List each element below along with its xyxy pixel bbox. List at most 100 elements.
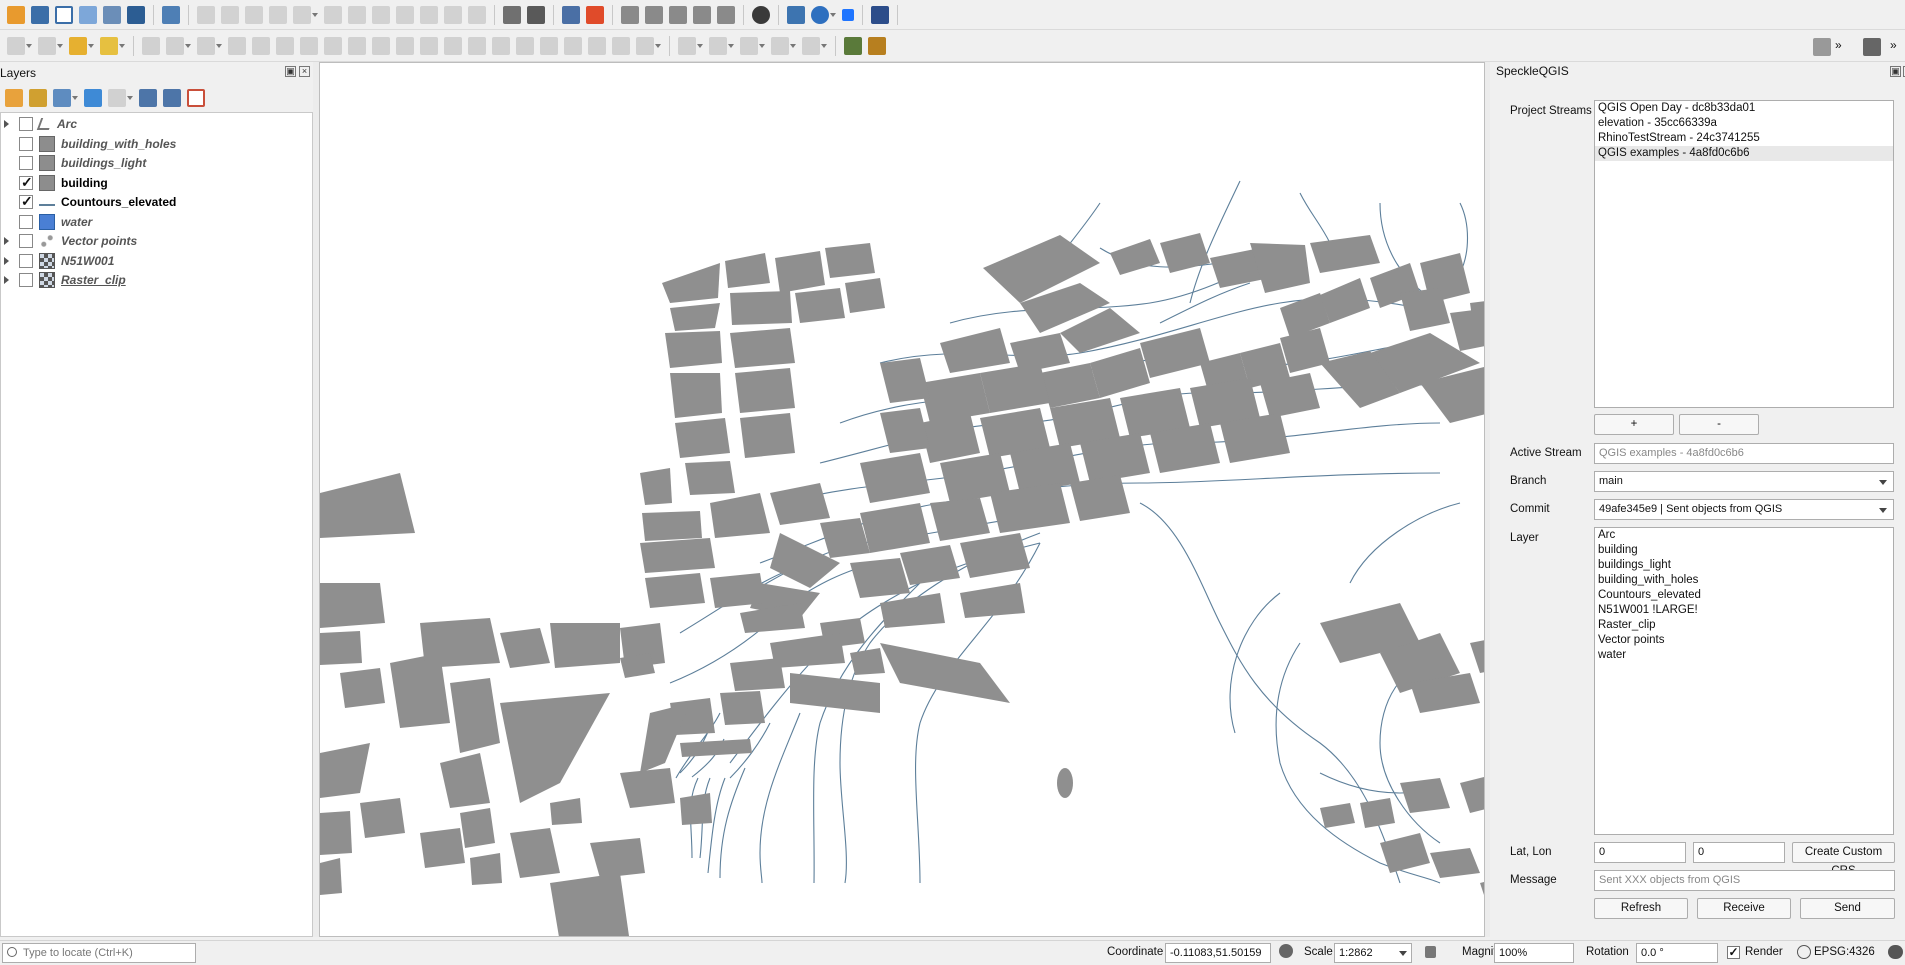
lon-input[interactable]: 0 (1693, 842, 1785, 863)
annotation-2-icon[interactable] (645, 5, 663, 24)
delete-selected-icon[interactable] (348, 5, 366, 24)
layer-visibility-checkbox[interactable] (19, 273, 33, 287)
layer-list-item[interactable]: building (1595, 543, 1893, 558)
layer-row[interactable]: Arc (1, 115, 311, 133)
export-map-icon[interactable] (127, 5, 145, 24)
commit-select[interactable]: 49afe345e9 | Sent objects from QGIS (1594, 499, 1894, 520)
layer-list-item[interactable]: buildings_light (1595, 558, 1893, 573)
digitize-line-icon[interactable] (55, 5, 73, 24)
map-canvas[interactable] (319, 62, 1485, 937)
coordinate-field[interactable]: -0.11083,51.50159 (1165, 943, 1271, 963)
layer-row[interactable]: building (1, 174, 311, 192)
expand-all-icon[interactable] (139, 89, 157, 107)
advanced-digitize-20-icon[interactable] (612, 36, 630, 55)
messages-icon[interactable] (1888, 945, 1903, 959)
georeferencer-icon[interactable] (868, 36, 886, 55)
layer-list-item[interactable]: Vector points (1595, 633, 1893, 648)
python-console-icon[interactable] (562, 5, 580, 24)
expand-arrow-icon[interactable] (4, 276, 9, 284)
locate-search-input[interactable]: Type to locate (Ctrl+K) (2, 943, 196, 963)
save-project-icon[interactable] (31, 5, 49, 24)
layer-row[interactable]: Vector points (1, 232, 311, 250)
filter-legend-icon[interactable] (84, 89, 102, 107)
shape-digitize-3-icon[interactable] (740, 36, 758, 55)
layer-row[interactable]: water (1, 213, 311, 231)
create-custom-crs-button[interactable]: Create Custom CRS (1792, 842, 1895, 877)
float-panel-icon[interactable]: ▣ (285, 66, 296, 77)
advanced-digitize-7-icon[interactable] (300, 36, 318, 55)
advanced-digitize-9-icon[interactable] (348, 36, 366, 55)
filter-expression-icon[interactable] (108, 89, 126, 107)
shape-digitize-5-icon[interactable] (802, 36, 820, 55)
add-stream-button[interactable]: + (1594, 414, 1674, 435)
send-button[interactable]: Send (1800, 898, 1895, 919)
identify-icon[interactable] (100, 36, 118, 55)
plugin-globe-icon[interactable] (752, 5, 770, 24)
copy-features-icon[interactable] (396, 5, 414, 24)
globe-crs-icon[interactable] (1797, 945, 1811, 959)
refresh-button[interactable]: Refresh (1594, 898, 1688, 919)
edit-pencil-icon[interactable] (197, 5, 215, 24)
annotation-5-icon[interactable] (717, 5, 735, 24)
layer-list-item[interactable]: water (1595, 648, 1893, 663)
lat-input[interactable]: 0 (1594, 842, 1686, 863)
remove-layer-icon[interactable] (187, 89, 205, 107)
layer-list-item[interactable]: N51W001 !LARGE! (1595, 603, 1893, 618)
advanced-digitize-6-icon[interactable] (276, 36, 294, 55)
advanced-digitize-15-icon[interactable] (492, 36, 510, 55)
modify-attributes-icon[interactable] (324, 5, 342, 24)
advanced-digitize-14-icon[interactable] (468, 36, 486, 55)
branch-select[interactable]: main (1594, 471, 1894, 492)
layer-row[interactable]: Raster_clip (1, 271, 311, 289)
advanced-digitize-16-icon[interactable] (516, 36, 534, 55)
collapse-all-icon[interactable] (163, 89, 181, 107)
layer-list-item[interactable]: Arc (1595, 528, 1893, 543)
advanced-digitize-13-icon[interactable] (444, 36, 462, 55)
layer-visibility-checkbox[interactable] (19, 253, 33, 268)
label-tool-icon[interactable] (503, 5, 521, 24)
advanced-digitize-11-icon[interactable] (396, 36, 414, 55)
shape-digitize-4-icon[interactable] (771, 36, 789, 55)
rectangle-icon[interactable] (38, 36, 56, 55)
float-panel-icon[interactable]: ▣ (1890, 66, 1901, 77)
annotation-1-icon[interactable] (621, 5, 639, 24)
render-checkbox[interactable]: ✓ (1727, 946, 1740, 959)
stream-list-item[interactable]: QGIS Open Day - dc8b33da01 (1595, 101, 1893, 116)
layer-visibility-checkbox[interactable] (19, 234, 33, 248)
manage-themes-icon[interactable] (53, 89, 71, 107)
stream-list-item[interactable]: RhinoTestStream - 24c3741255 (1595, 131, 1893, 146)
validate-geometry-icon[interactable] (162, 5, 180, 24)
pin-labels-icon[interactable] (527, 5, 545, 24)
layer-visibility-checkbox[interactable] (19, 136, 33, 151)
layer-row[interactable]: N51W001 (1, 252, 311, 270)
advanced-digitize-1-icon[interactable] (142, 36, 160, 55)
layer-visibility-checkbox[interactable] (19, 117, 33, 131)
save-edits-icon[interactable] (245, 5, 263, 24)
panel-splitter[interactable] (313, 62, 319, 937)
shape-digitize-2-icon[interactable] (709, 36, 727, 55)
advanced-digitize-4-icon[interactable] (228, 36, 246, 55)
layer-list-item[interactable]: Raster_clip (1595, 618, 1893, 633)
layer-visibility-checkbox[interactable] (19, 214, 33, 229)
speckle-icon[interactable] (842, 8, 854, 21)
rotate-icon[interactable] (636, 36, 654, 55)
toggle-extents-icon[interactable] (1279, 944, 1293, 958)
advanced-digitize-12-icon[interactable] (420, 36, 438, 55)
shape-digitize-1-icon[interactable] (678, 36, 696, 55)
annotation-4-icon[interactable] (693, 5, 711, 24)
annotation-3-icon[interactable] (669, 5, 687, 24)
add-line-icon[interactable] (269, 5, 287, 24)
toolbar-extension-chevron-icon[interactable]: » (1890, 38, 1897, 52)
undo-icon[interactable] (444, 5, 462, 24)
active-stream-field[interactable]: QGIS examples - 4a8fd0c6b6 (1594, 443, 1894, 464)
receive-button[interactable]: Receive (1697, 898, 1791, 919)
paste-features-icon[interactable] (420, 5, 438, 24)
remove-stream-button[interactable]: - (1679, 414, 1759, 435)
print-layout-icon[interactable] (103, 5, 121, 24)
rotation-spinbox[interactable]: 0.0 ° (1636, 943, 1718, 963)
layer-list-item[interactable]: Countours_elevated (1595, 588, 1893, 603)
magnifier-spinbox[interactable]: 100% (1494, 943, 1574, 963)
stream-list-item[interactable]: QGIS examples - 4a8fd0c6b6 (1595, 146, 1893, 161)
refresh-icon[interactable] (811, 5, 829, 24)
toolbar-overflow-icon[interactable] (1813, 38, 1831, 56)
